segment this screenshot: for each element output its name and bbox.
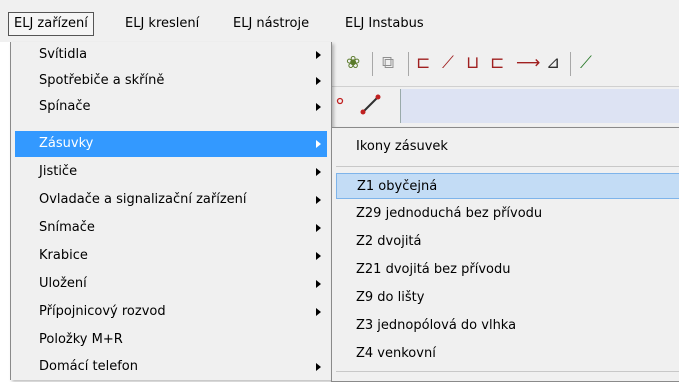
menu-item-label: Snímače bbox=[39, 220, 95, 235]
menu-item-snimace[interactable]: Snímače bbox=[15, 215, 327, 241]
box-icon[interactable]: ⊏ bbox=[490, 52, 504, 74]
submenu-item-label: Z3 jednopólová do vlhka bbox=[356, 318, 517, 333]
submenu-item-z3[interactable]: Z3 jednopólová do vlhka bbox=[336, 313, 679, 339]
submenu-arrow-icon bbox=[316, 103, 321, 111]
submenu-item-z21[interactable]: Z21 dvojitá bez přívodu bbox=[336, 257, 679, 283]
submenu-item-label: Z4 venkovní bbox=[356, 346, 436, 361]
submenu-arrow-icon bbox=[316, 196, 321, 204]
menu-item-jistice[interactable]: Jističe bbox=[15, 159, 327, 185]
submenu-arrow-icon bbox=[316, 140, 321, 148]
menu-item-spinace[interactable]: Spínače bbox=[15, 94, 327, 120]
submenu-arrow-icon bbox=[316, 363, 321, 371]
menu-item-label: Svítidla bbox=[39, 47, 88, 62]
layer-panel bbox=[400, 89, 679, 123]
submenu-item-z4[interactable]: Z4 venkovní bbox=[336, 341, 679, 367]
toolbar-separator bbox=[570, 52, 571, 76]
menu-item-label: Ovladače a signalizační zařízení bbox=[39, 192, 247, 207]
dropdown-menu: Svítidla Spotřebiče a skříně Spínače Zás… bbox=[10, 42, 332, 380]
submenu-arrow-icon bbox=[316, 51, 321, 59]
menubar-item-elj-instabus[interactable]: ELJ Instabus bbox=[340, 13, 429, 35]
menubar-item-elj-zarizeni[interactable]: ELJ zařízení bbox=[8, 12, 94, 36]
menu-item-domaci-telefon[interactable]: Domácí telefon bbox=[15, 354, 327, 380]
menu-item-label: Zásuvky bbox=[39, 136, 94, 151]
submenu-separator bbox=[336, 371, 679, 372]
menu-item-label: Krabice bbox=[39, 248, 88, 263]
menu-item-polozky-mr[interactable]: Položky M+R bbox=[15, 327, 327, 353]
menu-item-label: Spotřebiče a skříně bbox=[39, 73, 165, 88]
diagonal-line-icon[interactable]: ⟋ bbox=[442, 52, 454, 74]
toolbar: ❀ ⧉ ⊏ ⟋ ⊔ ⊏ ⟶ ⊿ ⟋ bbox=[330, 42, 679, 87]
menu-item-spotrebice[interactable]: Spotřebiče a skříně bbox=[15, 68, 327, 94]
submenu-zasuvky: Ikony zásuvek Z1 obyčejná Z29 jednoduchá… bbox=[331, 127, 679, 382]
menu-item-label: Spínače bbox=[39, 99, 91, 114]
menu-item-label: Uložení bbox=[39, 276, 87, 291]
menu-bar: ELJ zařízení ELJ kreslení ELJ nástroje E… bbox=[0, 0, 679, 42]
menu-item-zasuvky[interactable]: Zásuvky bbox=[15, 131, 327, 157]
menu-item-ulozeni[interactable]: Uložení bbox=[15, 271, 327, 297]
menu-item-ovladace[interactable]: Ovladače a signalizační zařízení bbox=[15, 187, 327, 213]
submenu-item-z2[interactable]: Z2 dvojitá bbox=[336, 229, 679, 255]
submenu-item-label: Z9 do lišty bbox=[356, 290, 425, 305]
menubar-item-elj-nastroje[interactable]: ELJ nástroje bbox=[228, 13, 314, 35]
cup-icon[interactable]: ⊔ bbox=[466, 52, 479, 74]
wall-socket-icon[interactable]: ⊏ bbox=[416, 52, 430, 74]
submenu-arrow-icon bbox=[316, 168, 321, 176]
flower-icon[interactable]: ❀ bbox=[346, 52, 360, 74]
submenu-item-z1[interactable]: Z1 obyčejná bbox=[336, 173, 679, 199]
arrow-right-icon[interactable]: ⟶ bbox=[516, 52, 540, 74]
submenu-item-label: Z29 jednoduchá bez přívodu bbox=[356, 206, 543, 221]
menu-item-label: Položky M+R bbox=[39, 332, 123, 347]
copy-icon[interactable]: ⧉ bbox=[382, 52, 394, 74]
menu-item-pripojnicovy-rozvod[interactable]: Přípojnicový rozvod bbox=[15, 299, 327, 325]
submenu-item-ikony-zasuvek[interactable]: Ikony zásuvek bbox=[336, 132, 679, 162]
toolbar-row-2 bbox=[330, 87, 679, 127]
menu-item-label: Přípojnicový rozvod bbox=[39, 304, 166, 319]
line-tool-icon[interactable]: ⟋ bbox=[580, 52, 592, 74]
menubar-item-elj-kresleni[interactable]: ELJ kreslení bbox=[120, 13, 204, 35]
submenu-item-label: Ikony zásuvek bbox=[356, 139, 448, 154]
menu-item-krabice[interactable]: Krabice bbox=[15, 243, 327, 269]
menu-item-svitidla[interactable]: Svítidla bbox=[15, 42, 327, 68]
menu-item-label: Jističe bbox=[39, 164, 78, 179]
point-icon[interactable] bbox=[336, 93, 350, 107]
submenu-arrow-icon bbox=[316, 308, 321, 316]
submenu-item-z29[interactable]: Z29 jednoduchá bez přívodu bbox=[336, 201, 679, 227]
toolbar-separator bbox=[372, 52, 373, 76]
trapezoid-icon[interactable]: ⊿ bbox=[546, 52, 560, 74]
submenu-arrow-icon bbox=[316, 280, 321, 288]
submenu-arrow-icon bbox=[316, 252, 321, 260]
menu-item-label: Domácí telefon bbox=[39, 359, 138, 374]
submenu-item-label: Z2 dvojitá bbox=[356, 234, 422, 249]
pen-icon[interactable] bbox=[358, 91, 384, 117]
submenu-separator bbox=[336, 166, 679, 167]
submenu-item-z9[interactable]: Z9 do lišty bbox=[336, 285, 679, 311]
toolbar-separator bbox=[408, 52, 409, 76]
submenu-item-label: Z1 obyčejná bbox=[357, 179, 438, 194]
submenu-arrow-icon bbox=[316, 77, 321, 85]
submenu-item-label: Z21 dvojitá bez přívodu bbox=[356, 262, 511, 277]
submenu-arrow-icon bbox=[316, 224, 321, 232]
